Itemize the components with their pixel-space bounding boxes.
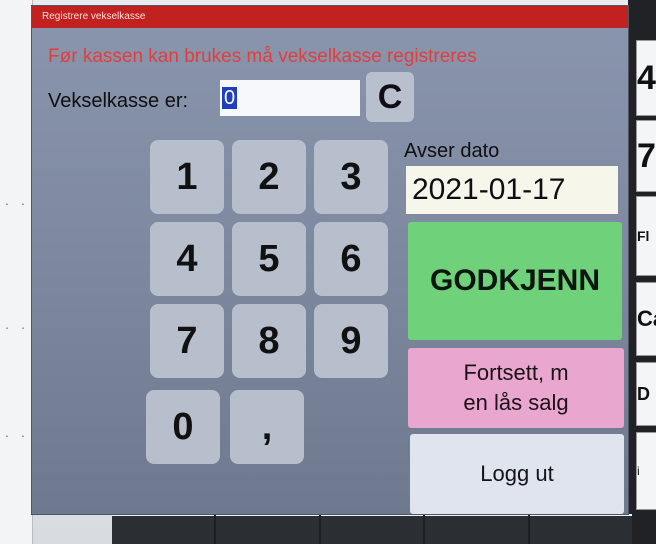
background-bottom-cell: [112, 514, 215, 544]
background-bottom-row: [112, 514, 633, 544]
keypad-key-3[interactable]: 3: [314, 140, 388, 214]
keypad-key-5[interactable]: 5: [232, 222, 306, 296]
float-amount-value: 0: [222, 87, 238, 109]
warning-message: Før kassen kan brukes må vekselkasse reg…: [48, 46, 477, 67]
background-left-strip: [0, 0, 33, 544]
continue-button-line-1: Fortsett, m: [463, 360, 569, 385]
background-tile: D: [636, 362, 656, 426]
background-tile: i: [636, 432, 656, 510]
continue-without-sales-lock-button[interactable]: Fortsett, m en lås salg: [408, 348, 624, 428]
background-tile: 4: [636, 40, 656, 116]
background-dots: · ·: [4, 432, 29, 443]
keypad-key-2[interactable]: 2: [232, 140, 306, 214]
background-bottom-cell: [425, 514, 528, 544]
background-tile: 7: [636, 120, 656, 192]
float-label: Vekselkasse er:: [48, 90, 189, 112]
date-label: Avser dato: [404, 140, 500, 162]
approve-button[interactable]: GODKJENN: [408, 222, 622, 340]
keypad-key-4[interactable]: 4: [150, 222, 224, 296]
keypad-key-1[interactable]: 1: [150, 140, 224, 214]
keypad-key-7[interactable]: 7: [150, 304, 224, 378]
background-tile: Fl: [636, 196, 656, 276]
keypad-key-9[interactable]: 9: [314, 304, 388, 378]
dialog-titlebar: Registrere vekselkasse: [32, 6, 628, 28]
date-value: 2021-01-17: [412, 173, 566, 206]
background-bottom-cell: [529, 514, 633, 544]
background-bottom-cell: [216, 514, 319, 544]
keypad-key-6[interactable]: 6: [314, 222, 388, 296]
logout-button[interactable]: Logg ut: [410, 434, 624, 514]
continue-button-line-2: en lås salg: [463, 390, 569, 415]
float-amount-input[interactable]: 0: [220, 80, 360, 116]
keypad-key-comma[interactable]: ,: [230, 390, 304, 464]
dialog-title: Registrere vekselkasse: [42, 11, 146, 22]
keypad-key-0[interactable]: 0: [146, 390, 220, 464]
date-field[interactable]: 2021-01-17: [406, 166, 618, 214]
clear-button[interactable]: C: [366, 72, 414, 122]
background-dots: · ·: [4, 324, 29, 335]
background-bottom-cell: [320, 514, 424, 544]
keypad-key-8[interactable]: 8: [232, 304, 306, 378]
background-dots: · ·: [4, 200, 29, 211]
float-registration-dialog: Registrere vekselkasse Før kassen kan br…: [32, 6, 628, 514]
background-tile: Ca: [636, 282, 656, 356]
